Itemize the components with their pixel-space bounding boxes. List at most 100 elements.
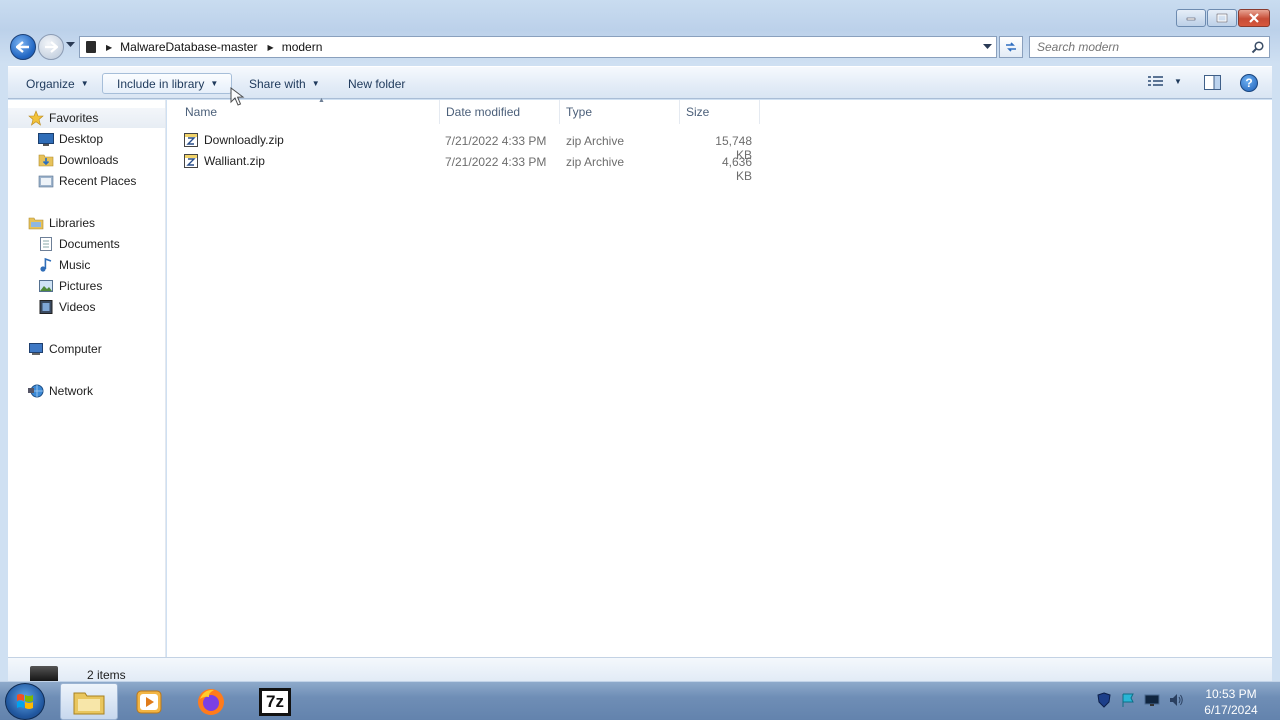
taskbar-media-player-button[interactable] <box>120 683 178 720</box>
recent-pages-dropdown-icon[interactable] <box>66 42 75 48</box>
music-icon <box>40 257 52 272</box>
forward-button[interactable] <box>38 34 64 60</box>
nav-label: Libraries <box>49 216 96 230</box>
caption-buttons <box>1176 9 1270 27</box>
nav-item-pictures[interactable]: Pictures <box>38 276 102 296</box>
taskbar-7zip-button[interactable]: 7z <box>246 683 304 720</box>
search-icon[interactable] <box>1251 41 1264 54</box>
search-input[interactable] <box>1037 40 1247 54</box>
file-list: Name ▲ Date modified Type Size Downloadl… <box>167 97 1272 657</box>
details-pane: 2 items <box>8 657 1272 682</box>
chevron-down-icon: ▼ <box>311 79 320 88</box>
change-view-button[interactable]: ▼ <box>1148 75 1182 87</box>
videos-icon <box>39 300 53 314</box>
clock-time: 10:53 PM <box>1205 687 1257 701</box>
shield-icon[interactable] <box>1096 692 1112 708</box>
nav-item-favorites[interactable]: Favorites <box>8 108 165 128</box>
maximize-button[interactable] <box>1207 9 1237 27</box>
file-name-cell: Downloadly.zip <box>183 132 284 148</box>
navigation-pane: Favorites Desktop Downloads Recent Place… <box>8 100 166 657</box>
back-arrow-icon <box>16 41 29 53</box>
nav-item-recent-places[interactable]: Recent Places <box>38 171 136 191</box>
column-header-type[interactable]: Type <box>560 100 680 124</box>
address-dropdown-icon[interactable] <box>983 44 992 50</box>
windows-logo-icon <box>17 694 33 709</box>
nav-item-desktop[interactable]: Desktop <box>38 129 103 149</box>
display-icon[interactable] <box>1144 692 1160 708</box>
nav-label: Computer <box>49 342 102 356</box>
minimize-button[interactable] <box>1176 9 1206 27</box>
address-bar[interactable]: ▶ MalwareDatabase-master ▶ modern <box>79 36 997 58</box>
file-name-cell: Walliant.zip <box>183 153 265 169</box>
nav-label: Network <box>49 384 94 398</box>
file-date: 7/21/2022 4:33 PM <box>445 134 547 148</box>
taskbar-clock[interactable]: 10:53 PM 6/17/2024 <box>1196 686 1266 718</box>
star-icon <box>28 110 44 126</box>
nav-label: Documents <box>59 237 120 251</box>
organize-button[interactable]: Organize ▼ <box>20 73 95 94</box>
file-row[interactable]: Walliant.zip 7/21/2022 4:33 PM zip Archi… <box>183 151 763 183</box>
action-center-flag-icon[interactable] <box>1120 692 1136 708</box>
column-header-date-modified[interactable]: Date modified <box>440 100 560 124</box>
nav-label: Favorites <box>49 111 99 125</box>
taskbar-explorer-button[interactable] <box>60 683 118 720</box>
nav-item-network[interactable]: Network <box>28 381 93 401</box>
new-folder-button[interactable]: New folder <box>342 73 411 94</box>
file-type: zip Archive <box>566 155 625 169</box>
chevron-down-icon[interactable]: ▼ <box>1174 77 1182 86</box>
nav-label: Recent Places <box>59 174 137 188</box>
firefox-icon <box>198 688 224 715</box>
file-name: Downloadly.zip <box>204 133 284 147</box>
breadcrumb-chevron-icon[interactable]: ▶ <box>106 43 112 52</box>
include-in-library-label: Include in library <box>117 76 205 91</box>
nav-label: Downloads <box>59 153 119 167</box>
explorer-window: ▶ MalwareDatabase-master ▶ modern Organi… <box>0 0 1280 682</box>
7zip-icon: 7z <box>259 687 291 716</box>
computer-location-icon <box>86 41 96 53</box>
file-type: zip Archive <box>566 134 625 148</box>
file-date: 7/21/2022 4:33 PM <box>445 155 547 169</box>
column-header-name[interactable]: Name ▲ <box>179 97 440 124</box>
close-button[interactable] <box>1238 9 1270 27</box>
help-icon: ? <box>1245 76 1253 90</box>
nav-item-videos[interactable]: Videos <box>38 297 95 317</box>
breadcrumb-modern[interactable]: modern <box>282 40 323 54</box>
mouse-pointer-icon <box>230 87 245 106</box>
column-label: Name <box>185 105 218 119</box>
start-button[interactable] <box>5 683 45 720</box>
command-bar: Organize ▼ Include in library ▼ Share with… <box>8 66 1272 99</box>
chevron-down-icon: ▼ <box>80 79 89 88</box>
search-box[interactable] <box>1029 36 1270 58</box>
column-header-size[interactable]: Size <box>680 100 760 124</box>
organize-label: Organize <box>26 76 75 91</box>
folder-icon <box>73 692 105 714</box>
system-tray <box>1096 692 1184 708</box>
libraries-icon <box>28 217 44 230</box>
column-label: Type <box>566 105 593 119</box>
downloads-folder-icon <box>38 154 54 167</box>
minimize-icon <box>1186 17 1196 21</box>
nav-item-downloads[interactable]: Downloads <box>38 150 118 170</box>
help-button[interactable]: ? <box>1240 74 1258 92</box>
taskbar-firefox-button[interactable] <box>182 683 240 720</box>
file-row[interactable]: Downloadly.zip 7/21/2022 4:33 PM zip Arc… <box>183 130 763 162</box>
forward-arrow-icon <box>45 41 58 53</box>
7zip-label: 7z <box>266 691 284 711</box>
speaker-icon[interactable] <box>1168 692 1184 708</box>
file-size: 4,636 KB <box>721 155 752 183</box>
back-button[interactable] <box>10 34 36 60</box>
recent-places-icon <box>38 175 54 188</box>
breadcrumb-malwaredatabase-master[interactable]: MalwareDatabase-master <box>120 40 257 54</box>
preview-pane-icon[interactable] <box>1204 75 1221 90</box>
clock-date: 6/17/2024 <box>1204 703 1258 717</box>
nav-item-computer[interactable]: Computer <box>28 339 102 359</box>
include-in-library-button[interactable]: Include in library ▼ <box>102 73 232 94</box>
share-with-button[interactable]: Share with ▼ <box>243 73 326 94</box>
breadcrumb-chevron-icon[interactable]: ▶ <box>268 43 274 52</box>
nav-item-music[interactable]: Music <box>38 255 90 275</box>
computer-icon <box>29 343 43 355</box>
desktop-icon <box>38 133 54 146</box>
nav-item-libraries[interactable]: Libraries <box>28 213 95 233</box>
nav-item-documents[interactable]: Documents <box>38 234 120 254</box>
refresh-button[interactable] <box>999 36 1023 58</box>
